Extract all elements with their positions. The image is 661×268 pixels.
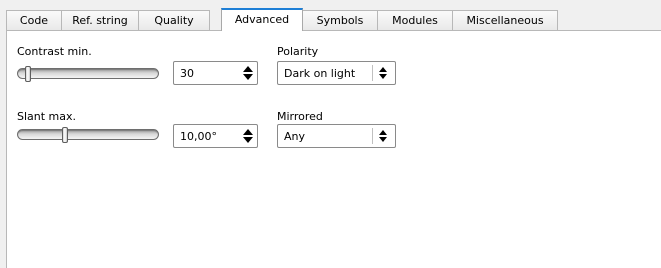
polarity-value: Dark on light: [284, 67, 356, 80]
spin-down-icon[interactable]: [243, 74, 253, 80]
slider-track: [17, 68, 159, 79]
contrast-min-value: 30: [180, 67, 194, 80]
contrast-min-slider[interactable]: [17, 66, 159, 82]
spin-arrows[interactable]: [241, 64, 255, 82]
mirrored-value: Any: [284, 130, 306, 143]
tab-label: Miscellaneous: [466, 14, 544, 27]
tab-advanced[interactable]: Advanced: [221, 8, 303, 31]
slant-max-value: 10,00°: [180, 130, 217, 143]
contrast-min-label: Contrast min.: [17, 45, 92, 58]
tab-label: Symbols: [316, 14, 364, 27]
slant-max-spinbox[interactable]: 10,00°: [173, 124, 258, 148]
select-up-icon: [379, 130, 387, 135]
spin-down-icon[interactable]: [243, 137, 253, 143]
tab-bar: Code Ref. string Quality Advanced Symbol…: [0, 8, 661, 31]
slider-track: [17, 129, 159, 140]
tab-miscellaneous[interactable]: Miscellaneous: [452, 10, 558, 30]
spin-arrows[interactable]: [241, 127, 255, 145]
tab-label: Modules: [392, 14, 438, 27]
polarity-select[interactable]: Dark on light: [277, 61, 396, 85]
tab-label: Quality: [154, 14, 194, 27]
tab-label: Ref. string: [72, 14, 128, 27]
mirrored-select[interactable]: Any: [277, 124, 396, 148]
slant-max-slider[interactable]: [17, 127, 159, 143]
slider-thumb[interactable]: [62, 127, 68, 143]
polarity-label: Polarity: [277, 45, 319, 58]
slant-max-label: Slant max.: [17, 110, 77, 123]
tab-symbols[interactable]: Symbols: [302, 10, 378, 30]
tab-code[interactable]: Code: [6, 10, 62, 30]
tab-label: Code: [19, 14, 49, 27]
spin-up-icon[interactable]: [243, 66, 253, 72]
contrast-min-spinbox[interactable]: 30: [173, 61, 258, 85]
select-divider: [372, 128, 373, 144]
tab-quality[interactable]: Quality: [138, 10, 210, 30]
tab-modules[interactable]: Modules: [377, 10, 453, 30]
select-divider: [372, 65, 373, 81]
select-arrows-icon[interactable]: [378, 65, 390, 81]
spin-up-icon[interactable]: [243, 129, 253, 135]
select-down-icon: [379, 137, 387, 142]
advanced-panel: Contrast min. 30 Polarity Dark on light …: [6, 30, 661, 268]
mirrored-label: Mirrored: [277, 110, 323, 123]
select-up-icon: [379, 67, 387, 72]
select-arrows-icon[interactable]: [378, 128, 390, 144]
window: Code Ref. string Quality Advanced Symbol…: [0, 0, 661, 268]
select-down-icon: [379, 74, 387, 79]
tab-label: Advanced: [234, 13, 290, 26]
slider-thumb[interactable]: [25, 66, 31, 82]
tab-ref-string[interactable]: Ref. string: [61, 10, 139, 30]
